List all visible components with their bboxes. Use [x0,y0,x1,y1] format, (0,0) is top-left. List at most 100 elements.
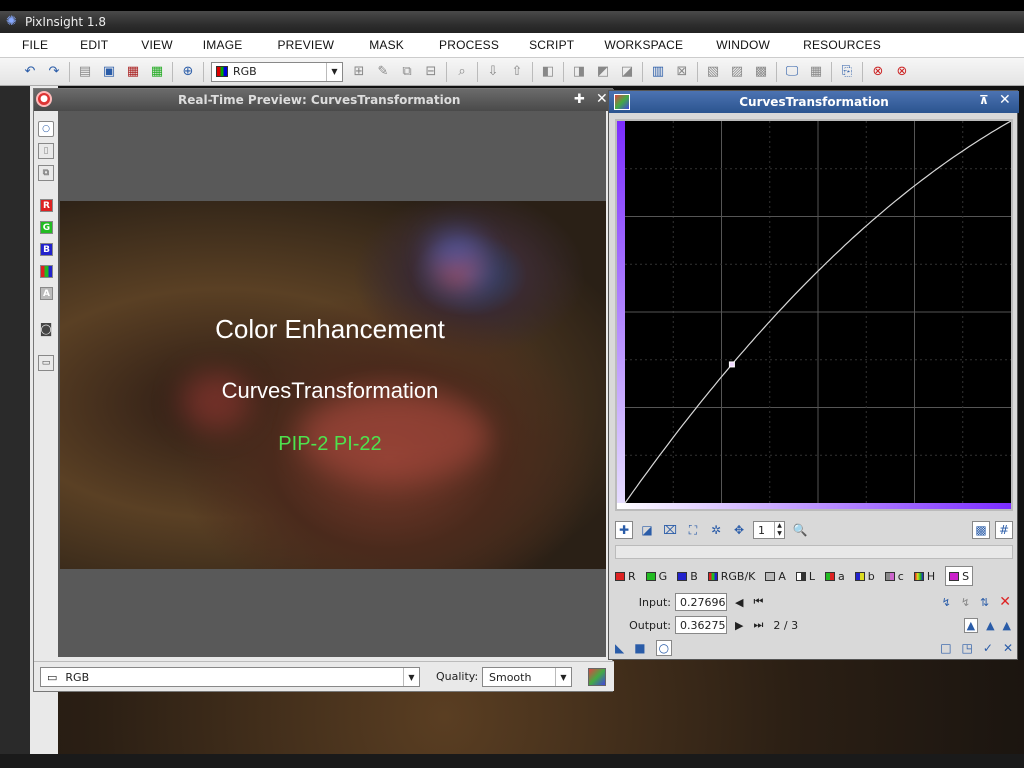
curve-graph[interactable] [615,119,1013,511]
channel-s[interactable]: S [945,566,974,586]
redo-icon[interactable]: ↷ [45,63,63,81]
mirror-curve-icon[interactable]: ↯ [961,596,970,609]
mask-disable-icon[interactable]: ◪ [618,63,636,81]
close-all-icon[interactable]: ⊗ [869,63,887,81]
realtime-preview-icon[interactable]: ○ [655,640,673,656]
channel-rgbk[interactable]: RGB/K [707,566,755,586]
window-icon[interactable]: ▭ [38,355,54,371]
zoom-in-icon[interactable]: ⛶ [684,521,702,539]
curve-control-point[interactable] [728,361,735,368]
preview-zoom-icon[interactable]: ⌕ [453,63,471,81]
image-info-icon[interactable]: ▤ [76,63,94,81]
menu-process[interactable]: PROCESS [404,38,499,52]
monitor-icon[interactable]: 🖵 [783,63,801,81]
last-point-icon[interactable]: ⏭ [753,618,763,632]
view-duplicate-icon[interactable]: ⧉ [38,165,54,181]
channel-b[interactable]: B [677,566,698,586]
preview-copy-icon[interactable]: ⧉ [398,63,416,81]
track-view-icon[interactable]: ◳ [962,641,973,655]
prev-point-icon[interactable]: ◀ [735,596,743,609]
stf-auto-icon[interactable]: ▨ [728,63,746,81]
menu-preview[interactable]: PREVIEW [242,38,334,52]
explorer-icon[interactable]: ▥ [649,63,667,81]
view-split-icon[interactable]: ▯ [38,143,54,159]
chevron-down-icon[interactable]: ▼ [403,668,419,686]
delete-point-icon[interactable]: ⌧ [661,521,679,539]
next-point-icon[interactable]: ▶ [735,619,743,632]
curves-titlebar[interactable]: CurvesTransformation ⊼ ✕ [609,91,1019,113]
zoom-fit-icon[interactable]: 🔍 [791,521,809,539]
preview-new-icon[interactable]: ⊞ [350,63,368,81]
new-image-icon[interactable]: ▣ [100,63,118,81]
close-window-icon[interactable]: ⊗ [893,63,911,81]
channel-rgb-icon[interactable] [40,265,53,278]
preview-titlebar[interactable]: ● Real-Time Preview: CurvesTransformatio… [34,89,614,111]
invert-curve-icon[interactable]: ↯ [942,596,951,609]
camera-icon[interactable]: ◙ [38,321,54,337]
close-icon[interactable]: ● [36,91,52,107]
menu-view[interactable]: VIEW [108,38,172,52]
zoom-spinbox[interactable]: 1 ▲ ▼ [753,521,785,539]
preview-delete-icon[interactable]: ⊟ [422,63,440,81]
channel-h[interactable]: H [913,566,935,586]
channel-g[interactable]: G [645,566,667,586]
channel-l[interactable]: L [795,566,815,586]
output-field[interactable]: 0.36275 [675,616,727,634]
channel-b-button[interactable]: B [40,243,53,256]
menu-resources[interactable]: RESOURCES [770,38,881,52]
screen-capture-icon[interactable]: ⎘ [838,63,856,81]
menu-file[interactable]: FILE [0,38,48,52]
show-all-icon[interactable]: ▩ [972,521,990,539]
spin-arrows-icon[interactable]: ▲ ▼ [774,522,784,538]
display-24bit-icon[interactable]: ▦ [807,63,825,81]
channel-a[interactable]: A [765,566,786,586]
menu-mask[interactable]: MASK [334,38,404,52]
mask-enable-icon[interactable]: ◩ [594,63,612,81]
color-image-icon[interactable]: ▦ [148,63,166,81]
menu-window[interactable]: WINDOW [683,38,770,52]
realtime-toggle-icon[interactable]: ○ [38,121,54,137]
preview-canvas[interactable]: Color Enhancement CurvesTransformation P… [58,111,606,657]
preview-options-icon[interactable] [588,668,606,686]
history-icon[interactable]: ⊠ [673,63,691,81]
interpolation-cubic-icon[interactable]: ▲ [986,619,994,632]
new-instance-icon[interactable]: ◣ [615,641,624,655]
stf-reset-icon[interactable]: ▩ [752,63,770,81]
new-window-icon[interactable]: ⊕ [179,63,197,81]
menu-image[interactable]: IMAGE [173,38,243,52]
channel-a-chroma[interactable]: a [825,566,845,586]
channel-a-button[interactable]: A [40,287,53,300]
mask-remove-icon[interactable]: ⇧ [508,63,526,81]
preview-view-select[interactable]: ▭ RGB ▼ [40,667,420,687]
shade-icon[interactable]: ⊼ [979,93,989,107]
chevron-down-icon[interactable]: ▼ [555,668,571,686]
select-point-icon[interactable]: ◪ [638,521,656,539]
interpolation-linear-icon[interactable]: ▲ [1003,619,1011,632]
close-icon[interactable]: ✕ [999,92,1011,108]
zoom-out-icon[interactable]: ✲ [707,521,725,539]
input-field[interactable]: 0.27696 [675,593,727,611]
reset-icon[interactable]: ✕ [1003,641,1013,655]
mask-apply-icon[interactable]: ⇩ [484,63,502,81]
delete-curve-icon[interactable]: ✕ [999,594,1011,610]
menu-workspace[interactable]: WORKSPACE [574,38,683,52]
browse-doc-icon[interactable]: □ [940,641,951,655]
curves-process-icon[interactable] [614,94,630,110]
apply-icon[interactable]: ✓ [983,641,993,655]
channel-g-button[interactable]: G [40,221,53,234]
channel-b-chroma[interactable]: b [854,566,875,586]
preview-edit-icon[interactable]: ✎ [374,63,392,81]
mask-show-icon[interactable]: ◨ [570,63,588,81]
close-x-icon[interactable]: ✕ [596,91,608,107]
plus-icon[interactable]: ✚ [574,92,585,107]
quality-select[interactable]: Smooth ▼ [482,667,572,687]
apply-global-icon[interactable]: ■ [634,641,645,655]
mask-invert-icon[interactable]: ◧ [539,63,557,81]
first-point-icon[interactable]: ⏮ [753,595,763,609]
stf-icon[interactable]: ▧ [704,63,722,81]
menu-script[interactable]: SCRIPT [499,38,574,52]
rgb-image-icon[interactable]: ▦ [124,63,142,81]
chevron-down-icon[interactable]: ▼ [326,62,342,81]
menu-edit[interactable]: EDIT [48,38,108,52]
undo-icon[interactable]: ↶ [21,63,39,81]
